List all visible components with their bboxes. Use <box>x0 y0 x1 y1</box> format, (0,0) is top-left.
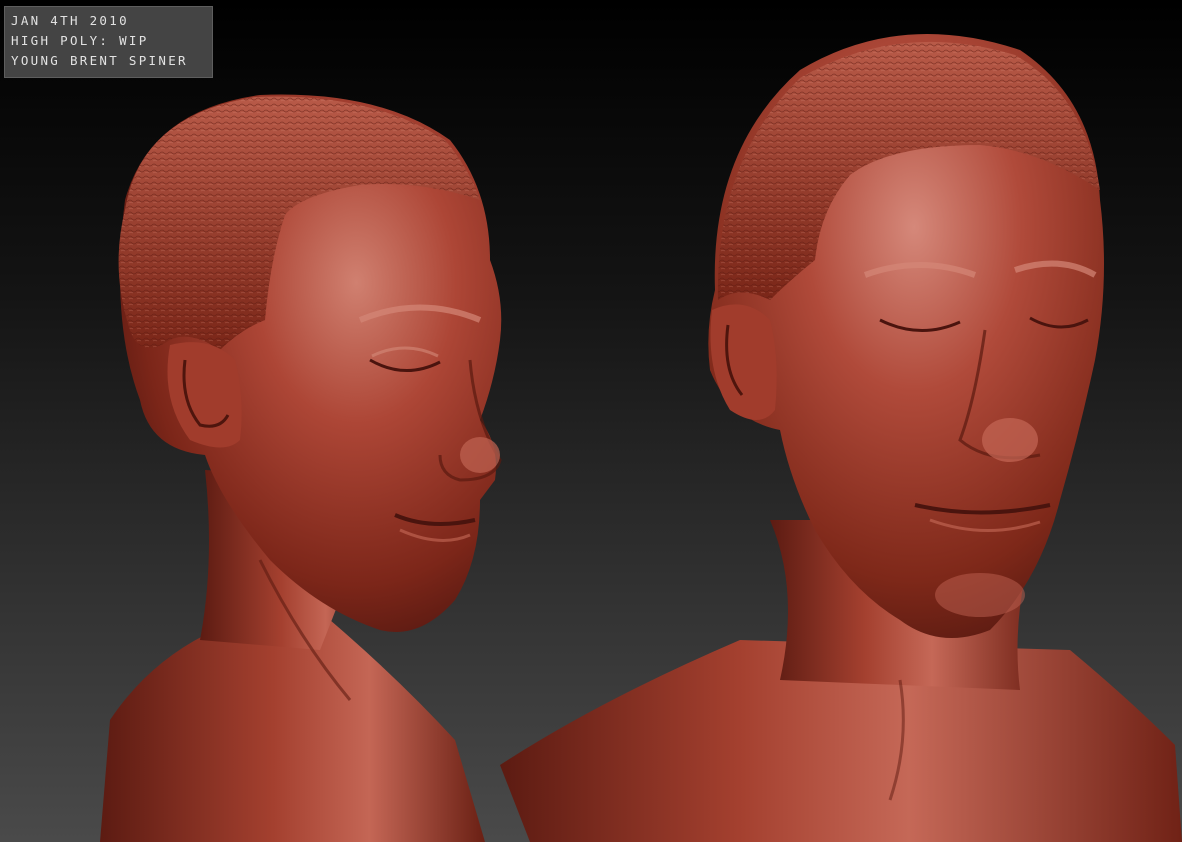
caption-status: HIGH POLY: WIP <box>11 33 149 48</box>
caption-box: JAN 4TH 2010 HIGH POLY: WIP YOUNG BRENT … <box>4 6 213 78</box>
sculpt-render-canvas: JAN 4TH 2010 HIGH POLY: WIP YOUNG BRENT … <box>0 0 1182 842</box>
sculpt-view-front <box>500 34 1182 842</box>
caption-date: JAN 4TH 2010 <box>11 13 129 28</box>
sculpt-view-three-quarter <box>100 94 502 842</box>
sculpt-renders <box>100 34 1182 842</box>
caption-subject: YOUNG BRENT SPINER <box>11 53 188 68</box>
